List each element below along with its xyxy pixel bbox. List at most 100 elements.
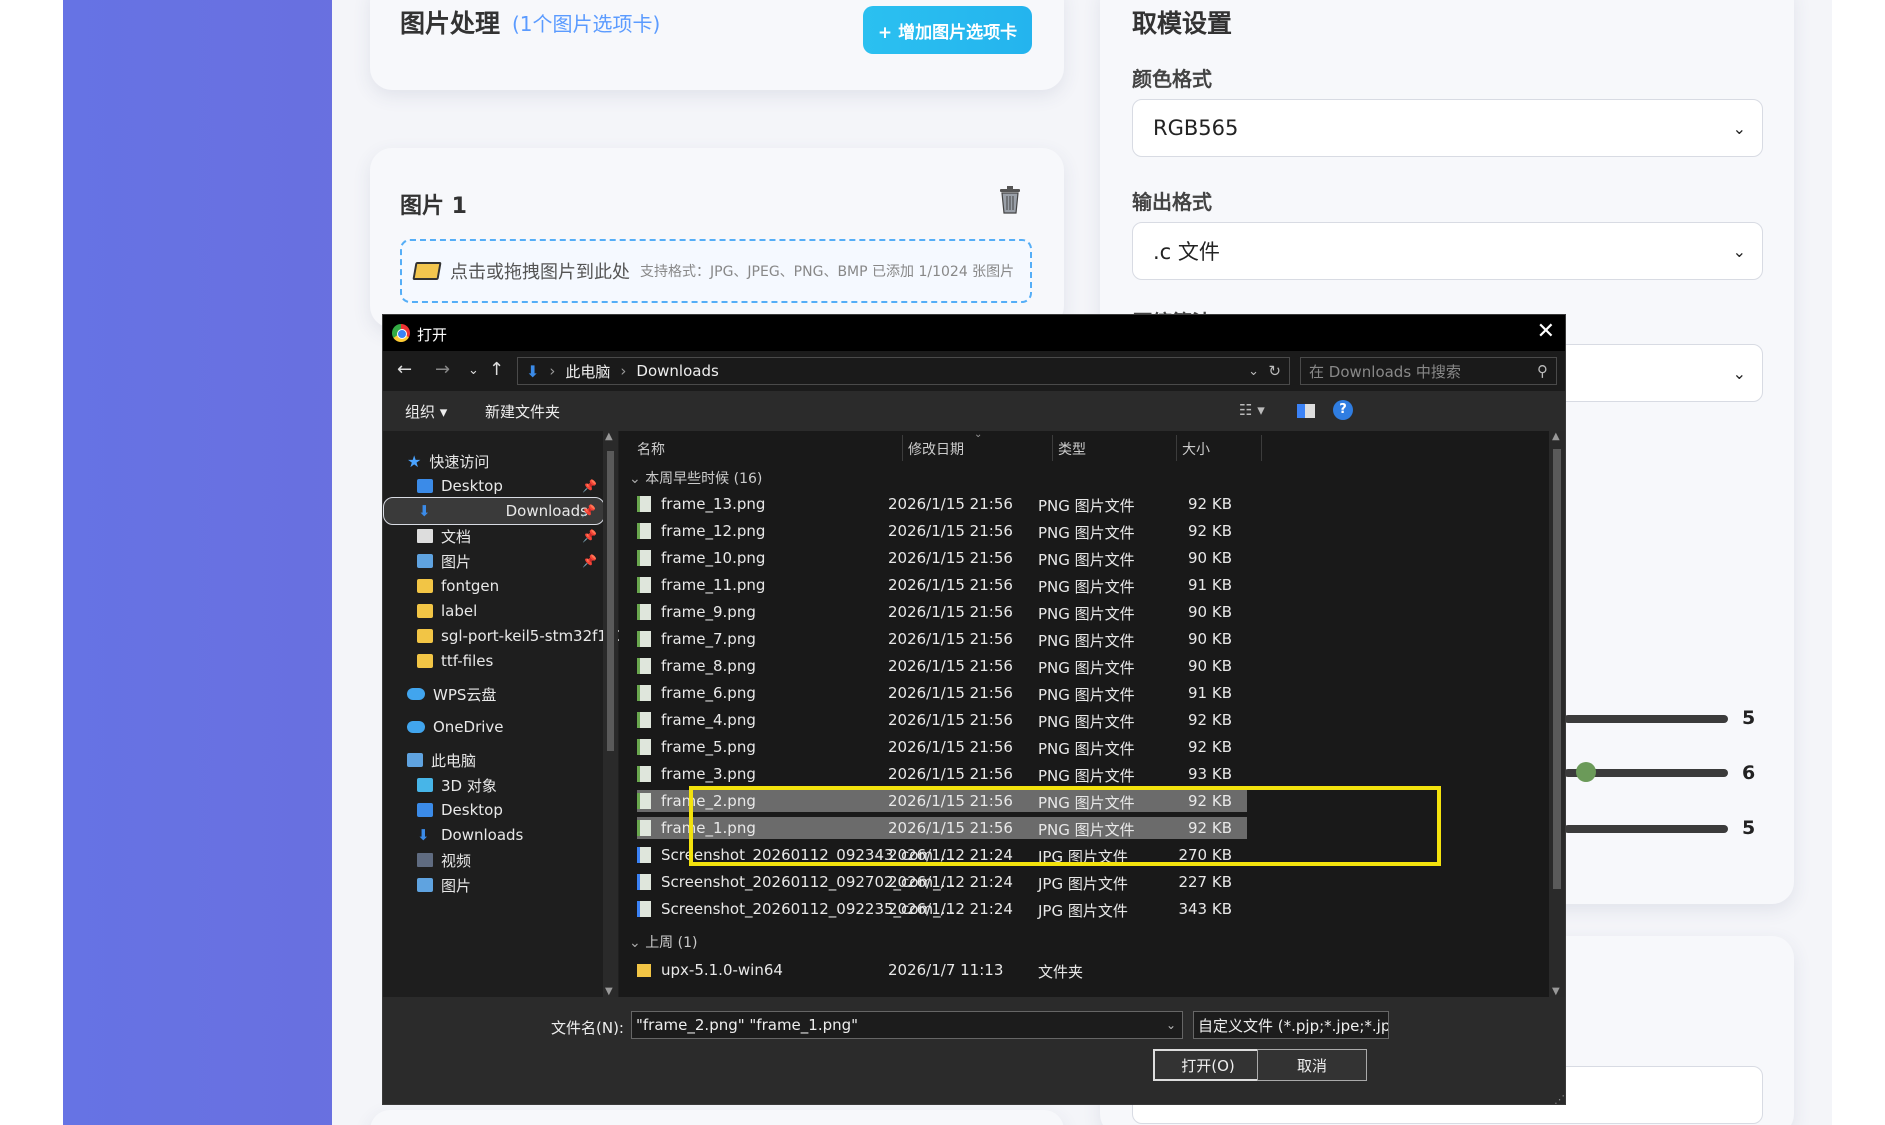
file-row[interactable]: frame_7.png 2026/1/15 21:56 PNG 图片文件 90 KB <box>637 628 1247 650</box>
file-name: frame_9.png <box>661 603 756 621</box>
open-button[interactable]: 打开(O) <box>1153 1049 1263 1081</box>
nav-item-onedrive[interactable]: OneDrive <box>383 713 605 741</box>
preview-pane-icon[interactable] <box>1297 404 1315 418</box>
file-row[interactable]: frame_5.png 2026/1/15 21:56 PNG 图片文件 92 KB <box>637 736 1247 758</box>
folder-row[interactable]: upx-5.1.0-win64 2026/1/7 11:13 文件夹 <box>637 959 1247 981</box>
file-name: frame_12.png <box>661 522 766 540</box>
file-row[interactable]: Screenshot_20260112_092343_com_... 2026/1… <box>637 844 1247 866</box>
file-row[interactable]: frame_12.png 2026/1/15 21:56 PNG 图片文件 92 KB <box>637 520 1247 542</box>
nav-item-videos[interactable]: 视频 <box>383 846 605 874</box>
nav-item-desktop[interactable]: Desktop 📌 <box>383 472 605 500</box>
scroll-down-icon[interactable]: ▼ <box>1552 986 1560 997</box>
slider-1[interactable] <box>1564 715 1728 723</box>
scroll-up-icon[interactable]: ▲ <box>1552 431 1560 442</box>
file-row[interactable]: frame_13.png 2026/1/15 21:56 PNG 图片文件 92 KB <box>637 493 1247 515</box>
address-dropdown-icon[interactable]: ⌄ <box>1248 364 1259 379</box>
nav-item-this-pc[interactable]: 此电脑 <box>383 746 605 774</box>
nav-item-downloads[interactable]: ⬇ Downloads 📌 <box>383 497 605 525</box>
scroll-up-icon[interactable]: ▲ <box>605 431 613 442</box>
file-scroll-thumb[interactable] <box>1553 449 1561 889</box>
new-folder-button[interactable]: 新建文件夹 <box>485 401 560 422</box>
column-date[interactable]: 修改日期 <box>908 439 964 459</box>
file-row[interactable]: frame_6.png 2026/1/15 21:56 PNG 图片文件 91 KB <box>637 682 1247 704</box>
nav-scrollbar[interactable]: ▲ ▼ <box>603 431 618 997</box>
resize-grip-icon[interactable]: ⋰ <box>1554 1093 1565 1104</box>
group-label: 本周早些时候 (16) <box>645 471 763 487</box>
breadcrumb-this-pc[interactable]: 此电脑 <box>565 361 610 382</box>
nav-item-ttf-files[interactable]: ttf-files <box>383 647 605 675</box>
breadcrumb-downloads[interactable]: Downloads <box>636 362 718 380</box>
file-row-selected[interactable]: frame_2.png 2026/1/15 21:56 PNG 图片文件 92 KB <box>637 790 1247 812</box>
png-file-icon <box>637 523 651 539</box>
filetype-value: 自定义文件 (*.pjp;*.jpe;*.jpeg; <box>1198 1016 1389 1035</box>
scroll-down-icon[interactable]: ▼ <box>605 986 613 997</box>
file-row[interactable]: frame_3.png 2026/1/15 21:56 PNG 图片文件 93 KB <box>637 763 1247 785</box>
view-options-icon[interactable]: ☷ ▾ <box>1239 401 1265 419</box>
nav-label: 视频 <box>441 851 472 870</box>
chevron-down-icon[interactable]: ⌄ <box>1166 1018 1176 1032</box>
group-header-last-week[interactable]: ⌄ 上周 (1) <box>629 932 697 952</box>
column-separator[interactable] <box>1052 435 1053 461</box>
file-name: frame_10.png <box>661 549 766 567</box>
file-date: 2026/1/15 21:56 <box>888 522 1013 540</box>
nav-label: fontgen <box>441 577 500 595</box>
nav-item-label[interactable]: label <box>383 597 605 625</box>
color-format-select[interactable]: RGB565 ⌄ <box>1132 99 1763 157</box>
filename-input[interactable]: "frame_2.png" "frame_1.png" ⌄ <box>631 1011 1183 1039</box>
nav-item-pc-desktop[interactable]: Desktop <box>383 796 605 824</box>
nav-item-3d-objects[interactable]: 3D 对象 <box>383 771 605 799</box>
nav-item-pc-pictures[interactable]: 图片 <box>383 871 605 899</box>
organize-button[interactable]: 组织 ▾ <box>405 401 447 422</box>
nav-item-fontgen[interactable]: fontgen <box>383 572 605 600</box>
column-name[interactable]: 名称 <box>637 439 665 459</box>
image-drop-zone[interactable]: 点击或拖拽图片到此处 支持格式：JPG、JPEG、PNG、BMP 已添加 1/1… <box>400 239 1032 303</box>
recent-chevron-icon[interactable]: ⌄ <box>468 363 479 378</box>
nav-item-pc-downloads[interactable]: ⬇ Downloads <box>383 821 605 849</box>
nav-item-sgl-port[interactable]: sgl-port-keil5-stm32f103 <box>383 622 626 650</box>
add-image-tab-button[interactable]: + 增加图片选项卡 <box>863 6 1032 54</box>
help-icon[interactable]: ? <box>1333 400 1353 420</box>
picture-icon <box>417 554 433 568</box>
slider-2-handle[interactable] <box>1576 762 1596 782</box>
desktop-icon <box>417 803 433 817</box>
close-icon[interactable]: ✕ <box>1537 319 1555 344</box>
file-row-selected[interactable]: frame_1.png 2026/1/15 21:56 PNG 图片文件 92 KB <box>637 817 1247 839</box>
slider-3[interactable] <box>1564 825 1728 833</box>
nav-scroll-thumb[interactable] <box>607 451 614 751</box>
file-list-scrollbar[interactable]: ▲ ▼ <box>1549 431 1565 997</box>
dialog-titlebar: 打开 ✕ <box>383 315 1565 351</box>
file-row[interactable]: Screenshot_20260112_092235_com_... 2026/1… <box>637 898 1247 920</box>
column-separator[interactable] <box>1261 435 1262 461</box>
output-format-select[interactable]: .c 文件 ⌄ <box>1132 222 1763 280</box>
nav-item-documents[interactable]: 文档 📌 <box>383 522 605 550</box>
file-row[interactable]: frame_9.png 2026/1/15 21:56 PNG 图片文件 90 KB <box>637 601 1247 623</box>
column-separator[interactable] <box>1176 435 1177 461</box>
column-type[interactable]: 类型 <box>1058 439 1086 459</box>
group-header-this-week[interactable]: ⌄ 本周早些时候 (16) <box>629 468 762 488</box>
column-separator[interactable] <box>902 435 903 461</box>
address-bar[interactable]: ⬇ › 此电脑 › Downloads ⌄ ↻ <box>517 357 1290 385</box>
refresh-icon[interactable]: ↻ <box>1268 362 1281 380</box>
search-box[interactable]: 在 Downloads 中搜索 ⚲ <box>1300 357 1557 385</box>
up-arrow-icon[interactable]: ↑ <box>489 359 504 380</box>
trash-icon[interactable] <box>997 186 1023 214</box>
file-row[interactable]: frame_8.png 2026/1/15 21:56 PNG 图片文件 90 KB <box>637 655 1247 677</box>
file-name: frame_8.png <box>661 657 756 675</box>
file-row[interactable]: frame_11.png 2026/1/15 21:56 PNG 图片文件 91 KB <box>637 574 1247 596</box>
file-row[interactable]: frame_4.png 2026/1/15 21:56 PNG 图片文件 92 KB <box>637 709 1247 731</box>
filetype-select[interactable]: 自定义文件 (*.pjp;*.jpe;*.jpeg; ⌄ <box>1193 1011 1389 1039</box>
nav-quick-access[interactable]: ★ 快速访问 <box>407 447 629 475</box>
lower-left-card <box>370 1110 1064 1125</box>
file-type: PNG 图片文件 <box>1038 713 1135 731</box>
file-date: 2026/1/15 21:56 <box>888 576 1013 594</box>
video-icon <box>417 853 433 867</box>
back-arrow-icon[interactable]: ← <box>397 359 412 380</box>
file-row[interactable]: frame_10.png 2026/1/15 21:56 PNG 图片文件 90 KB <box>637 547 1247 569</box>
nav-item-wps-cloud[interactable]: WPS云盘 <box>383 680 605 708</box>
column-header-row: 名称 修改日期 ⌄ 类型 大小 <box>619 429 1549 467</box>
column-size[interactable]: 大小 <box>1182 439 1210 459</box>
forward-arrow-icon[interactable]: → <box>435 359 450 380</box>
cancel-button[interactable]: 取消 <box>1257 1049 1367 1081</box>
file-row[interactable]: Screenshot_20260112_092702_com_... 2026/1… <box>637 871 1247 893</box>
nav-item-pictures[interactable]: 图片 📌 <box>383 547 605 575</box>
